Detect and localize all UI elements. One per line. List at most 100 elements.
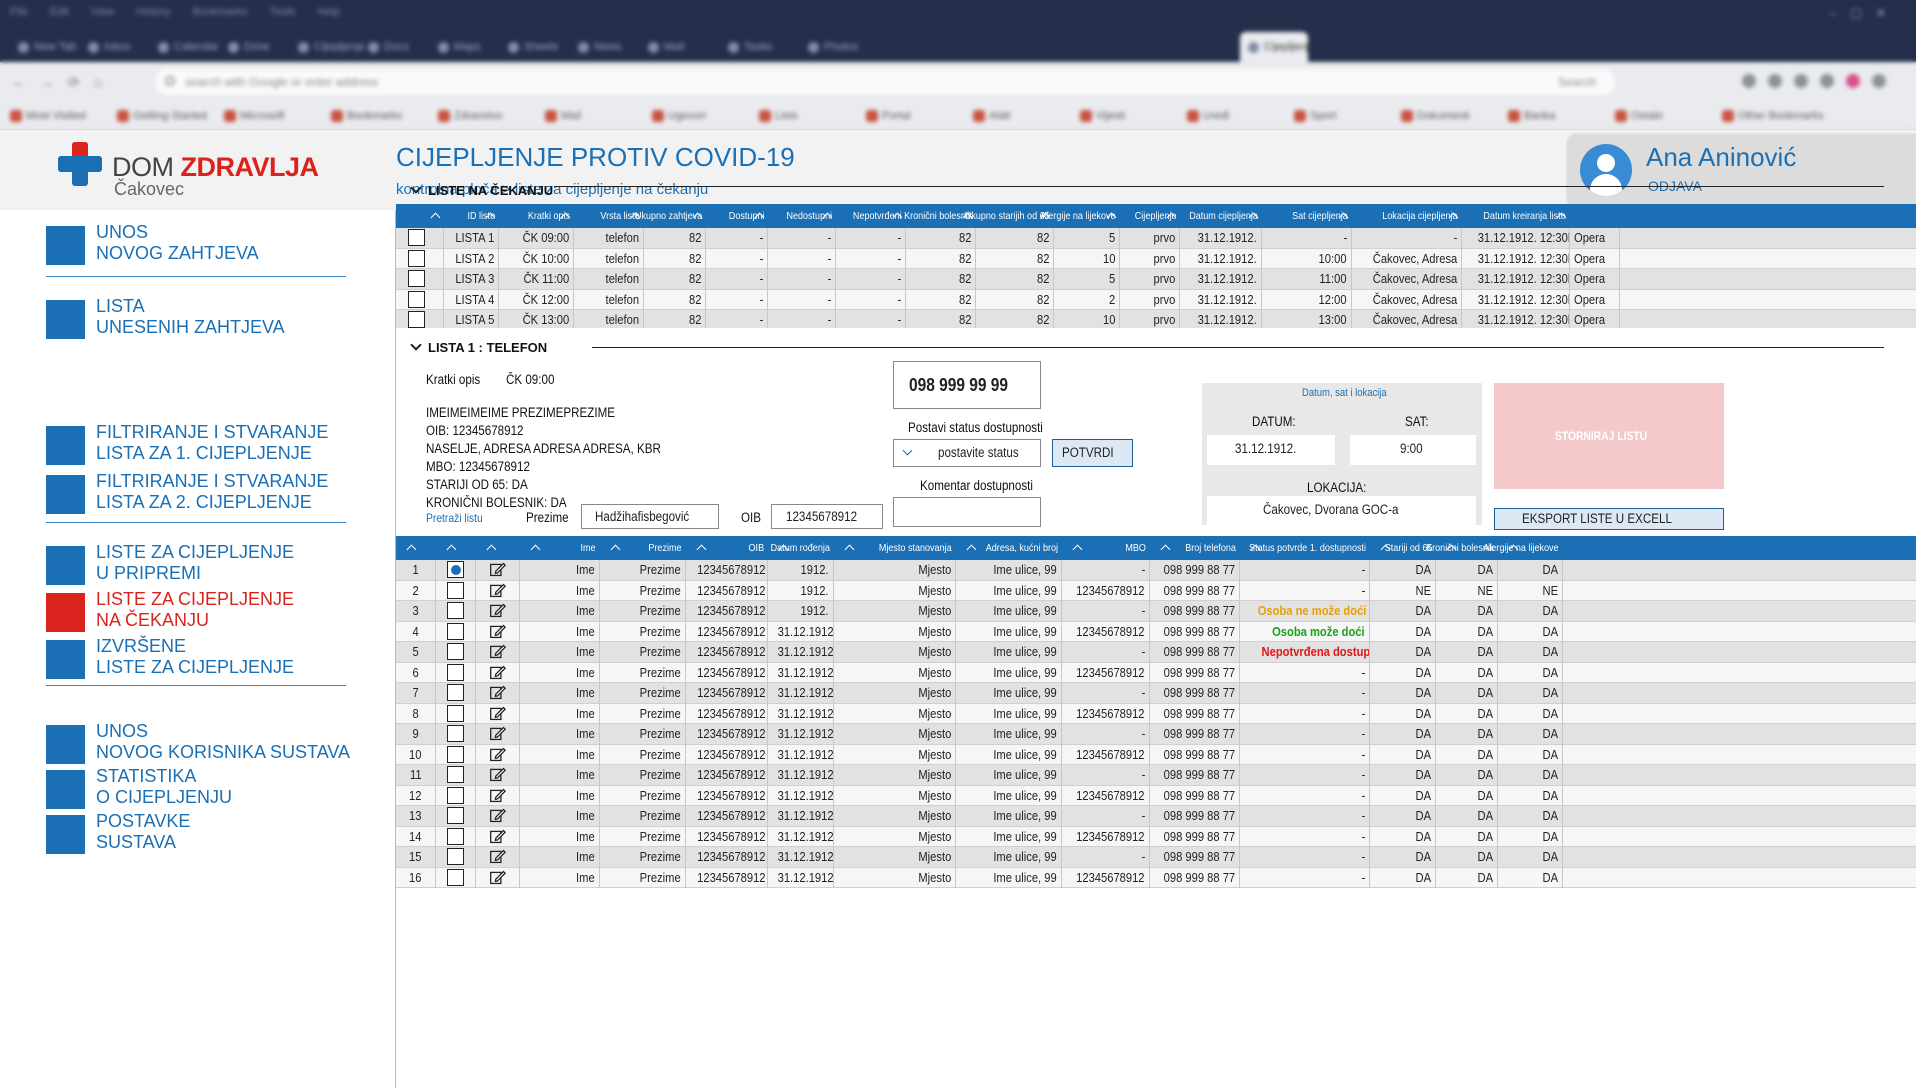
edit-icon[interactable] — [489, 582, 506, 599]
row-select-cell[interactable] — [436, 826, 476, 847]
edit-icon[interactable] — [489, 848, 506, 865]
row-select-cell[interactable] — [436, 703, 476, 724]
row-edit-cell[interactable] — [476, 867, 520, 888]
row-select-cell[interactable] — [436, 601, 476, 622]
table-row[interactable]: LISTA 1 ČK 09:00 telefon 82- - -82 82 5 prvo 31.1… — [396, 228, 1916, 249]
row-edit-cell[interactable] — [476, 560, 520, 581]
checkbox-icon[interactable] — [447, 827, 464, 845]
row-select-cell[interactable] — [436, 621, 476, 642]
row-select-cell[interactable] — [436, 867, 476, 888]
edit-icon[interactable] — [489, 766, 506, 783]
checkbox-icon[interactable] — [408, 311, 425, 328]
edit-icon[interactable] — [489, 602, 506, 619]
datum-field[interactable]: 31.12.1912. — [1207, 435, 1335, 465]
table-row[interactable]: 9 Ime Prezime 12345678912 31.12.1912. Mjesto I… — [396, 724, 1916, 745]
checkbox-icon[interactable] — [447, 704, 464, 722]
checkbox-icon[interactable] — [447, 622, 464, 640]
edit-icon[interactable] — [489, 643, 506, 660]
table-row[interactable]: 11 Ime Prezime 12345678912 31.12.1912. Mjesto… — [396, 765, 1916, 786]
column-header[interactable] — [396, 536, 436, 560]
checkbox-icon[interactable] — [447, 663, 464, 681]
row-edit-cell[interactable] — [476, 847, 520, 868]
checkbox-icon[interactable] — [408, 270, 425, 287]
comment-input[interactable] — [893, 497, 1041, 527]
column-header[interactable] — [1570, 204, 1620, 228]
row-select-cell[interactable] — [436, 724, 476, 745]
row-edit-cell[interactable] — [476, 621, 520, 642]
table-row[interactable]: 13 Ime Prezime 12345678912 31.12.1912. Mjesto… — [396, 806, 1916, 827]
checkbox-icon[interactable] — [408, 290, 425, 308]
edit-icon[interactable] — [489, 807, 506, 824]
row-select-cell[interactable] — [436, 744, 476, 765]
row-select-cell[interactable] — [396, 248, 444, 269]
checkbox-icon[interactable] — [447, 745, 464, 763]
checkbox-icon[interactable] — [447, 643, 464, 660]
row-select-cell[interactable] — [436, 683, 476, 704]
edit-icon[interactable] — [489, 623, 506, 640]
table-row[interactable]: 10 Ime Prezime 12345678912 31.12.1912. Mjesto… — [396, 744, 1916, 765]
row-edit-cell[interactable] — [476, 580, 520, 601]
checkbox-icon[interactable] — [447, 602, 464, 619]
checkbox-icon[interactable] — [447, 868, 464, 886]
table-row[interactable]: 3 Ime Prezime 12345678912 1912. Mjesto Ime uli… — [396, 601, 1916, 622]
table-row[interactable]: 14 Ime Prezime 12345678912 31.12.1912. Mjesto… — [396, 826, 1916, 847]
column-header[interactable] — [476, 536, 520, 560]
row-edit-cell[interactable] — [476, 744, 520, 765]
row-edit-cell[interactable] — [476, 826, 520, 847]
table-row[interactable]: LISTA 2 ČK 10:00 telefon 82- - -82 82 10 prvo 31.… — [396, 248, 1916, 269]
edit-icon[interactable] — [489, 725, 506, 742]
edit-icon[interactable] — [489, 869, 506, 886]
table-row[interactable]: 15 Ime Prezime 12345678912 31.12.1912. Mjesto… — [396, 847, 1916, 868]
row-select-cell[interactable] — [436, 847, 476, 868]
edit-icon[interactable] — [489, 705, 506, 722]
table-row[interactable]: 12 Ime Prezime 12345678912 31.12.1912. Mjesto… — [396, 785, 1916, 806]
row-select-cell[interactable] — [396, 228, 444, 249]
row-select-cell[interactable] — [436, 560, 476, 581]
confirm-button[interactable]: POTVRDI — [1052, 439, 1133, 467]
table-row[interactable]: 6 Ime Prezime 12345678912 31.12.1912. Mjesto I… — [396, 662, 1916, 683]
row-select-cell[interactable] — [436, 785, 476, 806]
prezime-search-input[interactable]: Hadžihafisbegović — [581, 504, 719, 529]
edit-icon[interactable] — [489, 664, 506, 681]
table-row[interactable]: 8 Ime Prezime 12345678912 31.12.1912. Mjesto I… — [396, 703, 1916, 724]
column-header[interactable]: Datum kreiranja liste — [1462, 204, 1570, 228]
sat-field[interactable]: 9:00 — [1350, 435, 1476, 465]
row-edit-cell[interactable] — [476, 806, 520, 827]
search-list-link[interactable]: Pretraži listu — [426, 511, 492, 525]
checkbox-icon[interactable] — [447, 848, 464, 865]
checkbox-icon[interactable] — [447, 766, 464, 783]
table-row[interactable]: 1 Ime Prezime 12345678912 1912. Mjesto Ime uli… — [396, 560, 1916, 581]
row-select-cell[interactable] — [396, 269, 444, 290]
row-edit-cell[interactable] — [476, 703, 520, 724]
table-row[interactable]: LISTA 4 ČK 12:00 telefon 82- - -82 82 2 prvo 31.1… — [396, 289, 1916, 310]
edit-icon[interactable] — [489, 828, 506, 845]
column-header[interactable]: Alergije na lijekove — [1484, 536, 1563, 560]
row-select-cell[interactable] — [436, 642, 476, 663]
export-excel-button[interactable]: EKSPORT LISTE U EXCELL — [1494, 508, 1724, 530]
table-row[interactable]: 4 Ime Prezime 12345678912 31.12.1912. Mjesto I… — [396, 621, 1916, 642]
column-header[interactable] — [436, 536, 476, 560]
edit-icon[interactable] — [489, 684, 506, 701]
oib-search-input[interactable]: 12345678912 — [771, 504, 883, 529]
checkbox-icon[interactable] — [447, 684, 464, 701]
row-select-cell[interactable] — [436, 662, 476, 683]
table-row[interactable]: 2 Ime Prezime 12345678912 1912. Mjesto Ime uli… — [396, 580, 1916, 601]
edit-icon[interactable] — [489, 746, 506, 763]
column-header[interactable]: Lokacija cijepljenja — [1352, 204, 1462, 228]
row-edit-cell[interactable] — [476, 785, 520, 806]
checkbox-icon[interactable] — [408, 249, 425, 267]
checkbox-icon[interactable] — [447, 725, 464, 742]
row-edit-cell[interactable] — [476, 662, 520, 683]
row-select-cell[interactable] — [436, 806, 476, 827]
row-select-cell[interactable] — [436, 765, 476, 786]
checkbox-icon[interactable] — [447, 807, 464, 824]
row-select-cell[interactable] — [396, 310, 444, 328]
row-edit-cell[interactable] — [476, 724, 520, 745]
table-row[interactable]: 7 Ime Prezime 12345678912 31.12.1912. Mjesto I… — [396, 683, 1916, 704]
edit-icon[interactable] — [489, 787, 506, 804]
checkbox-icon[interactable] — [408, 229, 425, 246]
row-edit-cell[interactable] — [476, 601, 520, 622]
row-select-cell[interactable] — [436, 580, 476, 601]
status-select[interactable]: postavite status — [893, 439, 1041, 467]
section-lists-waiting[interactable]: LISTE NA ČEKANJU — [410, 182, 553, 198]
